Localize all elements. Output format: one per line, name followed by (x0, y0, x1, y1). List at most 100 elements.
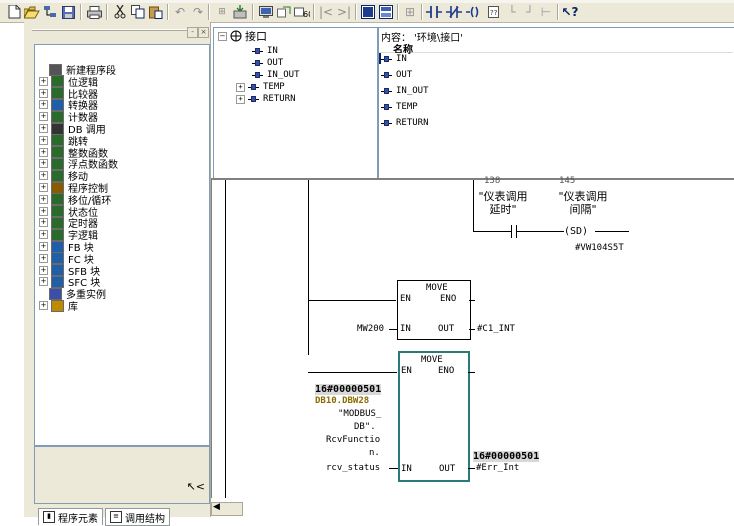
grid-icon[interactable]: ⊞ (402, 5, 418, 19)
pin-icon (381, 103, 392, 111)
expand-icon[interactable]: + (236, 82, 245, 92)
tree-item-icon (49, 287, 62, 300)
expand-icon[interactable]: + (39, 159, 48, 169)
timer-address: #VW104S5T (575, 243, 624, 253)
paste-icon[interactable] (148, 5, 164, 19)
coil-sd[interactable]: (SD) (564, 226, 588, 237)
contact-no[interactable] (511, 225, 512, 238)
content-row-return[interactable]: RETURN (381, 117, 429, 129)
info-box: ↖< (34, 446, 210, 504)
collapse-icon[interactable]: − (218, 31, 227, 41)
undo-icon[interactable]: ↶ (172, 5, 188, 19)
interface-node-return[interactable]: + RETURN (236, 93, 296, 105)
tree-item-icon (51, 146, 64, 159)
info-arrow-icon[interactable]: ↖< (187, 480, 205, 493)
tree-item-icon (51, 169, 64, 182)
interface-node-in-out[interactable]: IN_OUT (252, 69, 300, 81)
expand-icon[interactable]: + (39, 135, 48, 145)
tab-call-structure[interactable]: ≡ 调用结构 (105, 508, 170, 526)
tree-item-icon (51, 75, 64, 88)
monitor-icon[interactable] (258, 5, 274, 19)
move1-out-value: #C1_INT (477, 324, 515, 334)
scroll-left-icon[interactable]: ◀ (213, 502, 220, 512)
expand-icon[interactable]: + (39, 218, 48, 228)
cut-icon[interactable] (112, 5, 128, 19)
horizontal-scrollbar[interactable]: ◀ (211, 502, 243, 516)
expand-icon[interactable]: + (39, 124, 48, 133)
interface-node-in[interactable]: IN (252, 45, 278, 57)
box-icon[interactable] (360, 5, 376, 19)
expand-icon[interactable]: + (236, 94, 245, 104)
print-icon[interactable] (86, 5, 102, 19)
expand-icon[interactable]: + (39, 301, 48, 310)
expand-icon[interactable]: + (39, 171, 48, 181)
tree-item-icon (51, 228, 64, 241)
interface-node-out[interactable]: OUT (252, 57, 283, 69)
move2-in-address: DB10.DBW28 (315, 396, 370, 406)
expand-icon[interactable]: + (39, 265, 48, 275)
overview-icon[interactable] (378, 5, 394, 19)
interface-root[interactable]: − 接口 (218, 30, 267, 43)
expand-icon[interactable]: + (39, 194, 48, 204)
expand-icon[interactable]: + (39, 230, 48, 240)
tree-spacer (39, 66, 46, 73)
expand-icon[interactable]: + (39, 277, 48, 287)
interface-node-temp[interactable]: + TEMP (236, 81, 285, 93)
help-icon[interactable]: ↖? (562, 5, 579, 19)
download-icon[interactable] (232, 5, 248, 19)
move-icon[interactable] (276, 5, 292, 19)
content-row-in[interactable]: IN (381, 53, 407, 65)
open-icon[interactable] (24, 5, 40, 19)
contact-no-icon[interactable] (426, 5, 442, 19)
pin-icon (381, 119, 392, 127)
pin-icon (381, 55, 392, 63)
move-block-1[interactable]: MOVE EN ENO IN OUT (397, 280, 471, 340)
new-icon[interactable] (6, 5, 22, 19)
branch-line (473, 180, 474, 232)
expand-icon[interactable]: + (39, 242, 48, 251)
toolbar: ↶ ↷ ⊞ 60' |< >| ⊞ ?? └ ┘ ⊢ ↖? (0, 0, 734, 23)
expand-icon[interactable]: + (39, 147, 48, 157)
interface-icon (230, 30, 242, 42)
box2-icon[interactable]: ?? (486, 5, 502, 19)
expand-icon[interactable]: + (39, 206, 48, 216)
branch-open-icon[interactable]: └ (504, 5, 520, 19)
save-icon[interactable] (60, 5, 76, 19)
expand-icon[interactable]: + (39, 76, 48, 86)
tree-item-icon (51, 98, 64, 111)
network-icon[interactable] (42, 5, 58, 19)
close-button[interactable]: × (198, 27, 209, 38)
branch-rail (308, 180, 309, 355)
expand-icon[interactable]: + (39, 112, 48, 122)
expand-icon[interactable]: + (39, 253, 48, 263)
contact-comment-2: "仪表调用 间隔" (558, 190, 608, 216)
tree-spacer (39, 290, 46, 298)
move2-in-value: rcv_status (326, 463, 381, 473)
pin-icon (381, 71, 392, 79)
move-block-2[interactable]: MOVE EN ENO IN OUT (398, 351, 470, 482)
tree-item[interactable]: + 库 (39, 299, 78, 313)
tree-item-icon (51, 275, 64, 288)
branch-close-icon[interactable]: ┘ (522, 5, 538, 19)
content-row-in-out[interactable]: IN_OUT (381, 85, 429, 97)
copy-icon[interactable] (130, 5, 146, 19)
redo-icon[interactable]: ↷ (190, 5, 206, 19)
tree-item-icon (49, 63, 62, 76)
content-row-temp[interactable]: TEMP (381, 101, 418, 113)
compare-icon[interactable]: ⊞ (214, 5, 230, 19)
first-icon[interactable]: |< (318, 5, 334, 19)
status-value-2: 145 (559, 176, 576, 186)
expand-icon[interactable]: + (39, 100, 48, 110)
coil-icon[interactable] (466, 5, 482, 19)
tree-item-icon (51, 157, 64, 170)
expand-icon[interactable]: + (39, 183, 48, 192)
online-icon[interactable]: 60' (294, 5, 310, 19)
last-icon[interactable]: >| (336, 5, 352, 19)
program-elements-panel: - × 新建程序段 + 位逻辑 + 比较器 + 转换器 + 计数器 + DB 调用 + 跳转 + 整数函数 +… (24, 22, 211, 526)
branch-icon[interactable]: ⊢ (538, 5, 554, 19)
content-row-out[interactable]: OUT (381, 69, 412, 81)
contact-nc-icon[interactable] (446, 5, 462, 19)
expand-icon[interactable]: + (39, 88, 48, 98)
move1-in-value: MW200 (357, 324, 385, 334)
minimize-button[interactable]: - (187, 27, 198, 38)
